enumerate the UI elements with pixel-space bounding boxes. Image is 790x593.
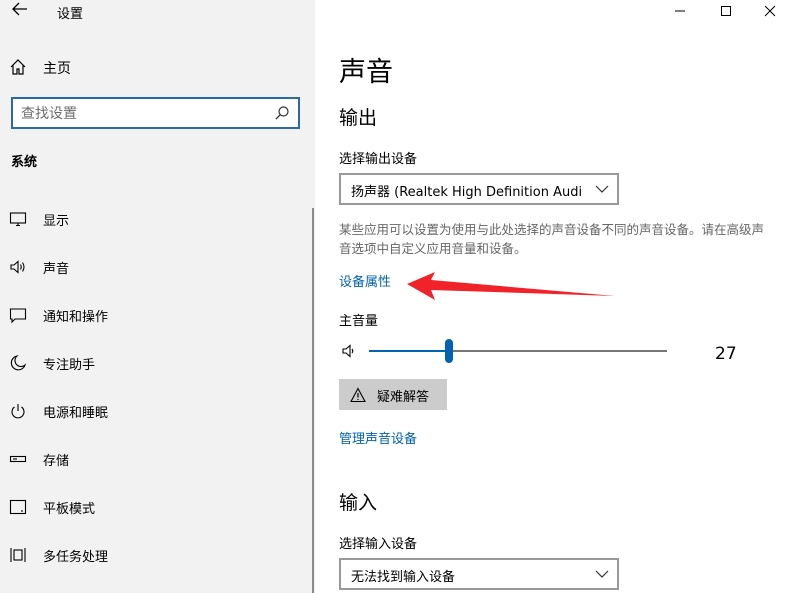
sidebar-scrollbar[interactable] — [312, 208, 314, 593]
sidebar-item-home[interactable]: 主页 — [0, 44, 315, 90]
chevron-down-icon — [595, 185, 609, 193]
maximize-button[interactable] — [706, 0, 746, 22]
sidebar-item-label: 电源和睡眠 — [43, 406, 109, 421]
maximize-icon — [721, 6, 731, 16]
volume-value: 27 — [715, 344, 737, 364]
sidebar-item-label: 主页 — [43, 61, 71, 77]
multitask-icon — [10, 548, 26, 562]
moon-icon — [10, 355, 27, 371]
device-properties-link[interactable]: 设备属性 — [339, 271, 391, 290]
sidebar-item-power-sleep[interactable]: 电源和睡眠 — [0, 389, 315, 433]
manage-sound-devices-link[interactable]: 管理声音设备 — [339, 428, 417, 447]
volume-slider[interactable] — [369, 339, 667, 363]
minimize-button[interactable] — [660, 0, 700, 22]
sidebar-item-label: 存储 — [43, 454, 70, 469]
input-device-label: 选择输入设备 — [339, 537, 418, 552]
sidebar-item-multitasking[interactable]: 多任务处理 — [0, 533, 315, 577]
speaker-icon — [10, 260, 25, 274]
power-icon — [11, 404, 25, 419]
tablet-icon — [9, 499, 27, 515]
window-title: 设置 — [57, 7, 84, 22]
warning-icon — [350, 387, 366, 403]
sidebar-item-notifications[interactable]: 通知和操作 — [0, 293, 315, 337]
page-title: 声音 — [339, 57, 393, 88]
back-arrow-icon — [12, 2, 27, 16]
sidebar-item-label: 平板模式 — [43, 502, 96, 517]
output-device-dropdown[interactable]: 扬声器 (Realtek High Definition Audi... — [339, 173, 619, 205]
output-heading: 输出 — [339, 107, 378, 129]
minimize-icon — [675, 10, 685, 12]
output-description: 某些应用可以设置为使用与此处选择的声音设备不同的声音设备。请在高级声音选项中自定… — [339, 222, 765, 256]
annotation-arrow — [407, 272, 615, 300]
chevron-down-icon — [595, 570, 609, 578]
home-icon — [10, 59, 26, 75]
display-icon — [9, 212, 27, 227]
section-label-system: 系统 — [11, 155, 38, 170]
sidebar-item-label: 专注助手 — [43, 358, 96, 373]
search-icon[interactable] — [274, 105, 290, 121]
search-input[interactable] — [21, 104, 271, 124]
search-box[interactable] — [11, 97, 300, 129]
output-device-value: 扬声器 (Realtek High Definition Audi... — [351, 185, 581, 200]
close-button[interactable] — [750, 0, 790, 22]
notification-icon — [9, 308, 27, 324]
output-device-label: 选择输出设备 — [339, 152, 418, 167]
back-button[interactable] — [10, 2, 30, 20]
sidebar-item-focus-assist[interactable]: 专注助手 — [0, 341, 315, 385]
volume-slider-fill — [369, 350, 450, 352]
sidebar: 设置 主页 系统 显示 声音 通知和操作 专注助手 电源和睡眠 存储 平板模式 … — [0, 0, 315, 593]
sidebar-item-label: 通知和操作 — [43, 310, 109, 325]
troubleshoot-label: 疑难解答 — [377, 390, 430, 405]
troubleshoot-button[interactable]: 疑难解答 — [339, 379, 447, 410]
sidebar-item-storage[interactable]: 存储 — [0, 437, 315, 481]
sidebar-item-display[interactable]: 显示 — [0, 197, 315, 241]
input-device-value: 无法找到输入设备 — [351, 570, 456, 585]
input-heading: 输入 — [339, 492, 378, 514]
sidebar-item-label: 声音 — [43, 262, 70, 277]
storage-icon — [9, 455, 27, 463]
master-volume-label: 主音量 — [339, 314, 379, 329]
sidebar-item-tablet-mode[interactable]: 平板模式 — [0, 485, 315, 529]
close-icon — [764, 5, 776, 17]
volume-icon[interactable] — [341, 343, 357, 359]
input-device-dropdown[interactable]: 无法找到输入设备 — [339, 558, 619, 590]
volume-slider-thumb[interactable] — [445, 339, 454, 363]
titlebar-left: 设置 — [0, 0, 315, 24]
sidebar-item-label: 多任务处理 — [43, 550, 109, 565]
sidebar-item-label: 显示 — [43, 214, 70, 229]
sidebar-item-sound[interactable]: 声音 — [0, 245, 315, 289]
